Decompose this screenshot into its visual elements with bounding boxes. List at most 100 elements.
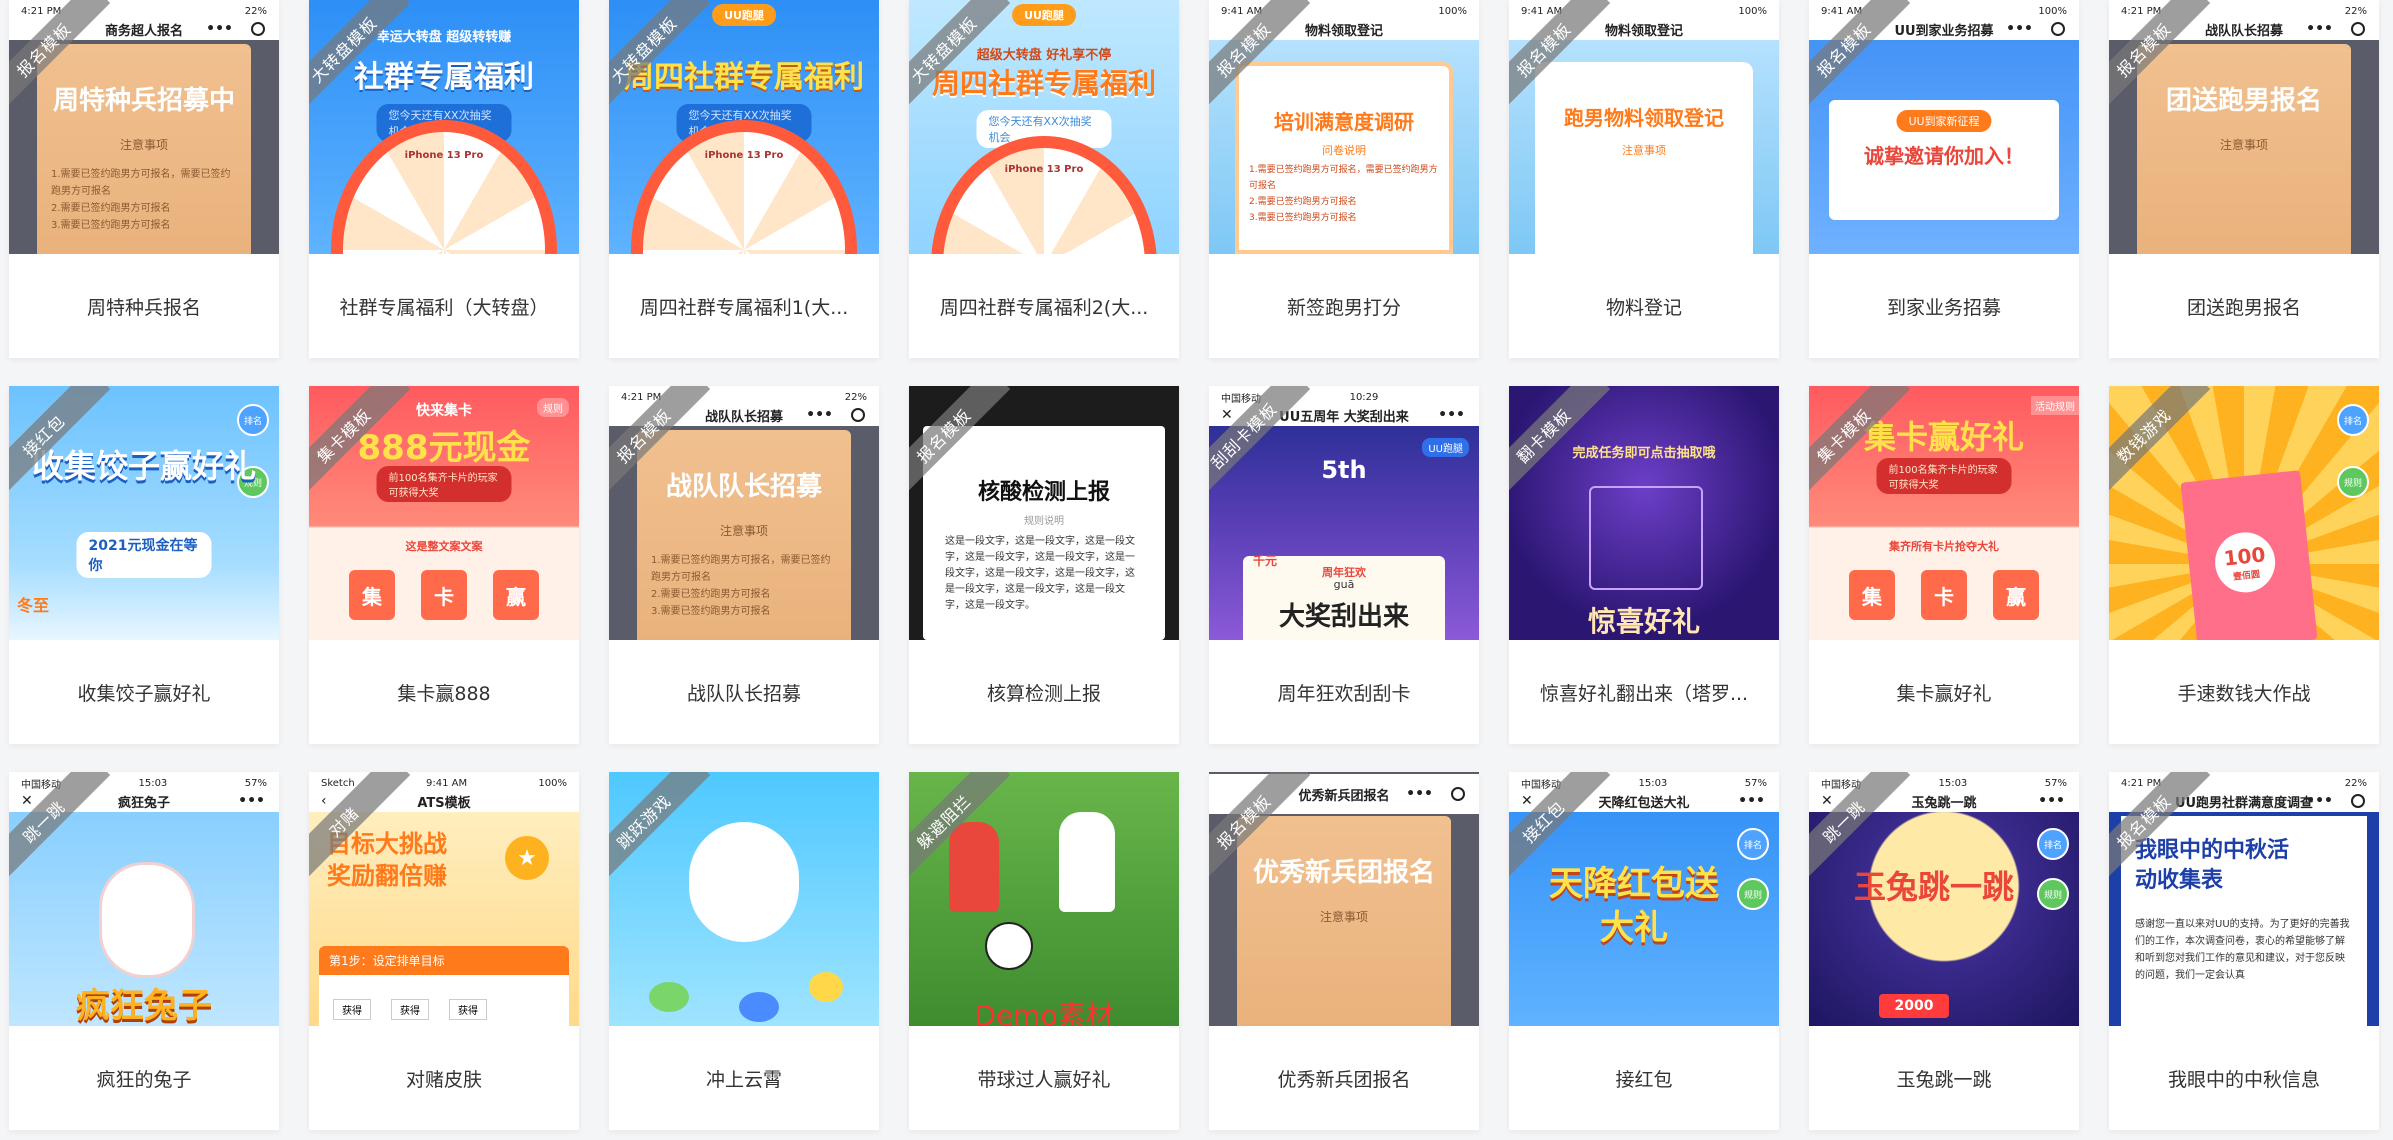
template-thumbnail: 优秀新兵团报名 ••• 优秀新兵团报名 注意事项 报名模板 [1209,772,1479,1026]
green-creature [649,982,689,1012]
template-title: 对赌皮肤 [405,1068,482,1091]
option-button[interactable]: 获得 [391,999,429,1020]
headline: 我眼中的中秋活动收集表 [2135,838,2290,893]
money-tag: 千元 [1253,554,1278,568]
pinyin-label: guā [1333,578,1355,591]
template-card[interactable]: 中国移动 10:29 ✕ UU五周年 大奖刮出来 ••• UU跑腿 5th 周年狂欢 … [1209,386,1479,744]
headline: 培训满意度调研 [1274,110,1414,134]
template-card[interactable]: 4:21 PM 22% UU跑男社群满意度调查 ••• 我眼中的中秋活动收集表 感谢… [2109,772,2379,1130]
headline: 战队队长招募 [665,472,822,502]
yellow-creature [809,972,843,1002]
template-title: 优秀新兵团报名 [1277,1068,1411,1091]
notice-label: 注意事项 [1622,144,1666,157]
template-card[interactable]: 幸运大转盘 超级转转赚 社群专属福利 您今天还有XX次抽奖机会 iPhone 1… [309,0,579,358]
banknote-label: 壹佰圆 [2232,569,2261,583]
headline: 天降红包送大礼 [1549,864,1719,948]
option-button[interactable]: 获得 [449,999,487,1020]
prize-pill: 前100名集齐卡片的玩家可获得大奖 [1876,458,2012,494]
template-card[interactable]: 4:21 PM 22% 战队队长招募 ••• 战队队长招募 注意事项 1.需要已签约… [609,386,879,744]
template-thumbnail: 排名 规则 收集饺子赢好礼 2021元现金在等你 冬至 接红包 [9,386,279,640]
template-thumbnail: 4:21 PM 22% UU跑男社群满意度调查 ••• 我眼中的中秋活动收集表 感谢… [2109,772,2379,1026]
template-thumbnail: 9:41 AM 100% UU到家业务招募 ••• UU到家新征程 诚挚邀请你加入！… [1809,0,2079,254]
template-card[interactable]: 9:41 AM 100% UU到家业务招募 ••• UU到家新征程 诚挚邀请你加入！… [1809,0,2079,358]
notice-label: 注意事项 [2219,138,2268,152]
close-icon[interactable]: ✕ [1821,793,1833,809]
template-card[interactable]: 中国移动 15:03 57% ✕ 疯狂兔子 ••• 疯狂兔子 跳一跳 疯狂的兔子 [9,772,279,1130]
template-title: 惊喜好礼翻出来（塔罗... [1539,682,1749,705]
template-card[interactable]: 4:21 PM 22% 战队队长招募 ••• 团送跑男报名 注意事项 报名模板 团送… [2109,0,2379,358]
template-title: 收集饺子赢好礼 [77,682,211,705]
template-title: 周特种兵报名 [86,296,201,319]
template-thumbnail: 核酸检测上报 规则说明 这是一段文字，这是一段文字，这是一段文字，这是一段文字，… [909,386,1179,640]
template-title: 我眼中的中秋信息 [2167,1068,2320,1091]
rules-icon[interactable]: 规则 [2337,466,2369,498]
template-card[interactable]: UU跑腿 周四社群专属福利 您今天还有XX次抽奖机会 iPhone 13 Pro… [609,0,879,358]
template-card[interactable]: 规则 快来集卡 888元现金 前100名集齐卡片的玩家可获得大奖 这是整文案文案… [309,386,579,744]
prize-label: iPhone 13 Pro [404,150,484,161]
cash-tag: 2000 [1879,994,1949,1018]
template-card[interactable]: 9:41 AM 100% 物料领取登记 培训满意度调研 问卷说明 1.需要已签约跑… [1209,0,1479,358]
ranking-icon[interactable]: 排名 [1737,828,1769,860]
template-card[interactable]: 排名 规则 100 壹佰圆 数钱游戏 手速数钱大作战 [2109,386,2379,744]
prize-label: iPhone 13 Pro [1004,164,1084,175]
template-card[interactable]: 优秀新兵团报名 ••• 优秀新兵团报名 注意事项 报名模板 优秀新兵团报名 [1209,772,1479,1130]
close-icon[interactable]: ✕ [21,793,33,809]
template-title: 集卡赢好礼 [1896,682,1992,705]
template-card[interactable]: 9:41 AM 100% 物料领取登记 跑男物料领取登记 注意事项 报名模板 物料… [1509,0,1779,358]
banknote: 100 壹佰圆 [2180,470,2318,640]
ranking-icon[interactable]: 排名 [237,404,269,436]
body-text: 这是一段文字，这是一段文字，这是一段文字，这是一段文字，这是一段文字，这是一段文… [945,536,1135,611]
collect-card: 集 [349,570,395,620]
watermark-text: Demo素材 [974,999,1114,1026]
campaign-pill: UU到家新征程 [1896,110,1992,132]
template-thumbnail: Sketch 9:41 AM 100% ‹ ATS模板 目标大挑战 奖励翻倍赚 ★ 第… [309,772,579,1026]
close-icon[interactable]: ✕ [1521,793,1533,809]
ranking-icon[interactable]: 排名 [2337,404,2369,436]
headline: 玉兔跳一跳 [1853,868,2014,906]
brand-logo: UU跑腿 [1012,4,1076,26]
template-card[interactable]: UU跑腿 超级大转盘 好礼享不停 周四社群专属福利 您今天还有XX次抽奖机会 i… [909,0,1179,358]
template-thumbnail: 中国移动 15:03 57% ✕ 疯狂兔子 ••• 疯狂兔子 跳一跳 [9,772,279,1026]
card-copy: 集齐所有卡片抢夺大礼 [1889,540,1999,553]
back-icon[interactable]: ‹ [321,793,327,809]
collect-card: 赢 [1993,570,2039,620]
template-title: 周四社群专属福利1(大... [639,296,849,319]
template-thumbnail: 9:41 AM 100% 物料领取登记 培训满意度调研 问卷说明 1.需要已签约跑… [1209,0,1479,254]
template-card[interactable]: 排名 规则 收集饺子赢好礼 2021元现金在等你 冬至 接红包 收集饺子赢好礼 [9,386,279,744]
headline: 跑男物料领取登记 [1564,106,1724,130]
template-title: 核算检测上报 [986,682,1101,705]
template-card[interactable]: Demo素材 躲避阻拦 带球过人赢好礼 [909,772,1179,1130]
collect-card: 卡 [421,570,467,620]
template-title: 手速数钱大作战 [2177,682,2311,705]
template-card[interactable]: 活动规则 集卡赢好礼 前100名集齐卡片的玩家可获得大奖 集齐所有卡片抢夺大礼 … [1809,386,2079,744]
template-thumbnail: 中国移动 15:03 57% ✕ 天降红包送大礼 ••• 排名 规则 天降红包送大礼 接… [1509,772,1779,1026]
template-thumbnail: UU跑腿 周四社群专属福利 您今天还有XX次抽奖机会 iPhone 13 Pro… [609,0,879,254]
template-thumbnail: 4:21 PM 22% 商务超人报名 ••• 周特种兵招募中 注意事项 1.需要已签… [9,0,279,254]
close-icon[interactable]: ✕ [1221,407,1233,423]
template-thumbnail: 活动规则 集卡赢好礼 前100名集齐卡片的玩家可获得大奖 集齐所有卡片抢夺大礼 … [1809,386,2079,640]
headline: 惊喜好礼 [1587,605,1700,638]
option-button[interactable]: 获得 [333,999,371,1020]
rules-icon[interactable]: 规则 [2037,878,2069,910]
template-thumbnail: 中国移动 10:29 ✕ UU五周年 大奖刮出来 ••• UU跑腿 5th 周年狂欢 … [1209,386,1479,640]
template-thumbnail: 跳跃游戏 [609,772,879,1026]
template-card[interactable]: 完成任务即可点击抽取哦 惊喜好礼 翻卡模板 惊喜好礼翻出来（塔罗... [1509,386,1779,744]
template-card[interactable]: 跳跃游戏 冲上云霄 [609,772,879,1130]
template-card[interactable]: 核酸检测上报 规则说明 这是一段文字，这是一段文字，这是一段文字，这是一段文字，… [909,386,1179,744]
ranking-icon[interactable]: 排名 [2037,828,2069,860]
headline: 核酸检测上报 [977,480,1110,505]
bunny-character [689,822,799,942]
anniversary-number: 5th [1321,456,1367,484]
rules-icon[interactable]: 规则 [1737,878,1769,910]
headline: 周四社群专属福利 [931,67,1156,100]
template-card[interactable]: 中国移动 15:03 57% ✕ 玉兔跳一跳 ••• 排名 规则 玉兔跳一跳 2000 … [1809,772,2079,1130]
template-title: 冲上云霄 [705,1068,782,1091]
notice-line: 3.需要已签约跑男方可报名 [1249,213,1357,223]
template-card[interactable]: 中国移动 15:03 57% ✕ 天降红包送大礼 ••• 排名 规则 天降红包送大礼 接… [1509,772,1779,1130]
template-grid: 4:21 PM 22% 商务超人报名 ••• 周特种兵招募中 注意事项 1.需要已签… [9,0,2379,1130]
template-card[interactable]: 4:21 PM 22% 商务超人报名 ••• 周特种兵招募中 注意事项 1.需要已签… [9,0,279,358]
player-figure [949,822,999,912]
template-card[interactable]: Sketch 9:41 AM 100% ‹ ATS模板 目标大挑战 奖励翻倍赚 ★ 第… [309,772,579,1130]
survey-label: 问卷说明 [1322,144,1366,157]
notice-line: 2.需要已签约跑男方可报名 [51,203,171,214]
